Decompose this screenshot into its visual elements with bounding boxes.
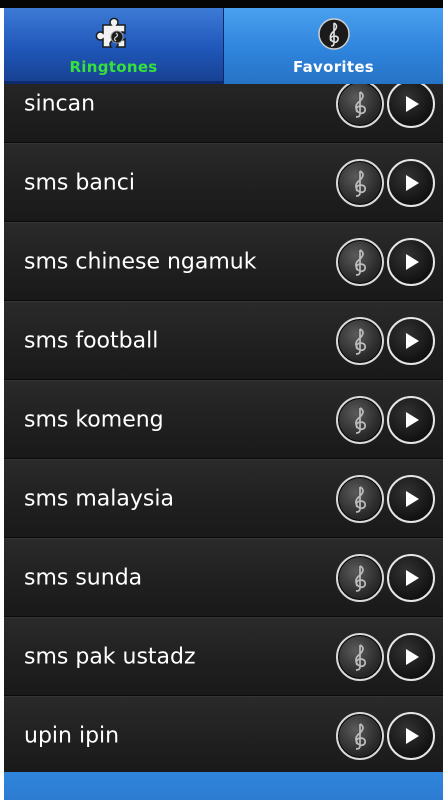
- play-button[interactable]: [387, 553, 435, 602]
- play-icon: [406, 727, 419, 744]
- play-icon: [406, 253, 419, 270]
- set-ringtone-button[interactable]: [336, 474, 384, 523]
- tab-ringtones[interactable]: Ringtones: [4, 8, 224, 84]
- set-ringtone-button[interactable]: [336, 632, 384, 681]
- play-button[interactable]: [387, 316, 435, 365]
- set-ringtone-button[interactable]: [336, 395, 384, 444]
- bottom-bar: [4, 772, 443, 800]
- play-icon: [406, 411, 419, 428]
- play-icon: [406, 569, 419, 586]
- ringtone-name: sincan: [24, 91, 96, 116]
- set-ringtone-button[interactable]: [336, 158, 384, 207]
- ringtone-name: upin ipin: [24, 723, 120, 748]
- set-ringtone-button[interactable]: [336, 316, 384, 365]
- puzzle-icon: [94, 14, 134, 54]
- ringtone-name: sms komeng: [24, 407, 164, 432]
- play-button[interactable]: [387, 84, 435, 128]
- treble-clef-icon: [355, 564, 366, 592]
- play-icon: [406, 648, 419, 665]
- list-item[interactable]: sms chinese ngamuk: [4, 222, 443, 301]
- ringtone-name: sms football: [24, 328, 159, 353]
- list-item[interactable]: sms pak ustadz: [4, 617, 443, 696]
- treble-clef-icon: [355, 643, 366, 671]
- play-button[interactable]: [387, 474, 435, 523]
- play-icon: [406, 95, 419, 112]
- ringtone-name: sms sunda: [24, 565, 143, 590]
- treble-clef-icon: [355, 406, 366, 434]
- treble-clef-icon: [355, 248, 366, 276]
- ringtone-name: sms chinese ngamuk: [24, 249, 257, 274]
- play-button[interactable]: [387, 237, 435, 286]
- list-item[interactable]: upin ipin: [4, 696, 443, 772]
- play-icon: [406, 490, 419, 507]
- set-ringtone-button[interactable]: [336, 711, 384, 760]
- ringtone-name: sms pak ustadz: [24, 644, 196, 669]
- play-icon: [406, 332, 419, 349]
- tab-ringtones-label: Ringtones: [69, 58, 158, 76]
- set-ringtone-button[interactable]: [336, 84, 384, 128]
- treble-clef-icon: [355, 485, 366, 513]
- list-item[interactable]: sms malaysia: [4, 459, 443, 538]
- list-item[interactable]: sms sunda: [4, 538, 443, 617]
- play-button[interactable]: [387, 395, 435, 444]
- treble-clef-icon: [314, 14, 354, 54]
- list-item[interactable]: sincan: [4, 84, 443, 143]
- tab-favorites[interactable]: Favorites: [224, 8, 443, 84]
- list-item[interactable]: sms banci: [4, 143, 443, 222]
- tab-bar: Ringtones Favorites: [4, 8, 443, 84]
- treble-clef-icon: [355, 90, 366, 118]
- set-ringtone-button[interactable]: [336, 237, 384, 286]
- list-item[interactable]: sms komeng: [4, 380, 443, 459]
- app-screen: Ringtones Favorites sincan sms banci sms…: [0, 0, 443, 800]
- play-button[interactable]: [387, 632, 435, 681]
- play-button[interactable]: [387, 158, 435, 207]
- ringtone-name: sms malaysia: [24, 486, 174, 511]
- treble-clef-icon: [355, 327, 366, 355]
- ringtone-name: sms banci: [24, 170, 135, 195]
- play-button[interactable]: [387, 711, 435, 760]
- treble-clef-icon: [355, 722, 366, 750]
- ringtone-list-inner: sincan sms banci sms chinese ngamuk sms …: [4, 84, 443, 772]
- list-item[interactable]: sms football: [4, 301, 443, 380]
- set-ringtone-button[interactable]: [336, 553, 384, 602]
- status-bar: [0, 0, 443, 8]
- treble-clef-icon: [355, 169, 366, 197]
- play-icon: [406, 174, 419, 191]
- tab-favorites-label: Favorites: [292, 58, 375, 76]
- ringtone-list[interactable]: sincan sms banci sms chinese ngamuk sms …: [4, 84, 443, 772]
